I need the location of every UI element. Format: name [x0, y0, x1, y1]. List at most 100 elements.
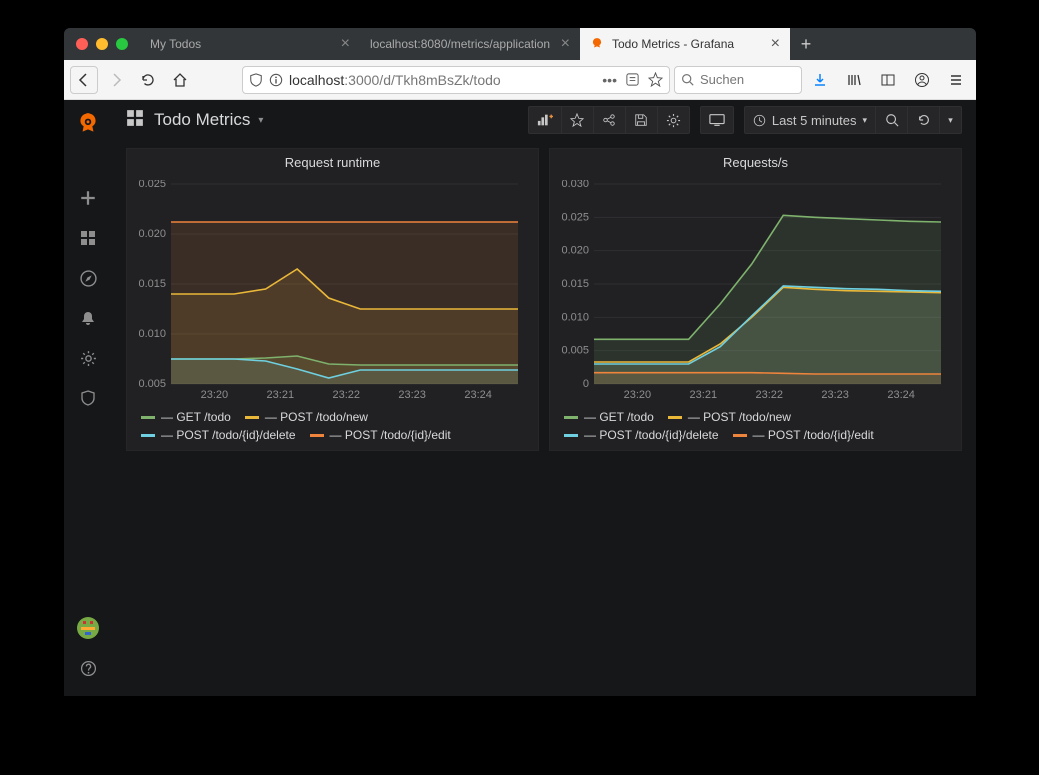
- tab-localhost-metrics[interactable]: localhost:8080/metrics/application ×: [360, 28, 580, 60]
- legend-swatch: [733, 434, 747, 437]
- legend-item[interactable]: — GET /todo: [564, 410, 654, 424]
- svg-text:0.020: 0.020: [138, 228, 166, 240]
- legend-label: — POST /todo/new: [265, 410, 368, 424]
- window-controls: [64, 38, 140, 50]
- legend-label: — POST /todo/{id}/edit: [330, 428, 451, 442]
- close-icon[interactable]: ×: [561, 36, 570, 52]
- panels-row: Request runtime 0.0050.0100.0150.0200.02…: [112, 140, 976, 696]
- chevron-down-icon: ▾: [258, 115, 263, 126]
- tab-grafana[interactable]: Todo Metrics - Grafana ×: [580, 28, 790, 60]
- svg-text:23:23: 23:23: [398, 389, 426, 401]
- back-button[interactable]: [70, 66, 98, 94]
- add-panel-button[interactable]: [528, 106, 562, 134]
- svg-text:0.015: 0.015: [561, 278, 589, 290]
- bookmark-icon[interactable]: [648, 72, 663, 87]
- legend-label: — POST /todo/{id}/delete: [161, 428, 296, 442]
- shield-icon: [249, 73, 263, 87]
- library-button[interactable]: [840, 66, 868, 94]
- dashboard-main: Todo Metrics ▾ Last 5 minutes ▾: [112, 100, 976, 696]
- alerting-button[interactable]: [64, 298, 112, 338]
- close-icon[interactable]: ×: [341, 36, 350, 52]
- time-range-button[interactable]: Last 5 minutes ▾: [744, 106, 876, 134]
- dashboard-title[interactable]: Todo Metrics ▾: [154, 110, 263, 130]
- legend-item[interactable]: — POST /todo/new: [668, 410, 791, 424]
- legend-swatch: [141, 434, 155, 437]
- user-avatar[interactable]: [64, 608, 112, 648]
- forward-button[interactable]: [102, 66, 130, 94]
- legend-item[interactable]: — POST /todo/{id}/delete: [141, 428, 296, 442]
- legend-label: — GET /todo: [161, 410, 231, 424]
- legend-item[interactable]: — GET /todo: [141, 410, 231, 424]
- refresh-interval-button[interactable]: ▾: [940, 106, 962, 134]
- grafana-icon: [590, 37, 604, 51]
- minimize-window-button[interactable]: [96, 38, 108, 50]
- svg-text:23:21: 23:21: [267, 389, 295, 401]
- create-button[interactable]: [64, 178, 112, 218]
- configuration-button[interactable]: [64, 338, 112, 378]
- search-bar[interactable]: Suchen: [674, 66, 802, 94]
- browser-tabs: My Todos × localhost:8080/metrics/applic…: [140, 28, 976, 60]
- legend-item[interactable]: — POST /todo/new: [245, 410, 368, 424]
- legend-swatch: [668, 416, 682, 419]
- svg-text:0.030: 0.030: [561, 180, 589, 190]
- legend-item[interactable]: — POST /todo/{id}/edit: [310, 428, 451, 442]
- zoom-out-button[interactable]: [876, 106, 908, 134]
- legend-label: — POST /todo/{id}/edit: [753, 428, 874, 442]
- panel-title: Requests/s: [550, 149, 961, 176]
- legend-item[interactable]: — POST /todo/{id}/delete: [564, 428, 719, 442]
- info-icon: [269, 73, 283, 87]
- legend-label: — POST /todo/{id}/delete: [584, 428, 719, 442]
- tab-label: My Todos: [150, 37, 201, 51]
- svg-text:23:24: 23:24: [464, 389, 492, 401]
- help-button[interactable]: [64, 648, 112, 688]
- tab-my-todos[interactable]: My Todos ×: [140, 28, 360, 60]
- settings-button[interactable]: [658, 106, 690, 134]
- grafana-logo[interactable]: [64, 100, 112, 148]
- browser-window: My Todos × localhost:8080/metrics/applic…: [64, 28, 976, 696]
- share-button[interactable]: [594, 106, 626, 134]
- panel-request-runtime[interactable]: Request runtime 0.0050.0100.0150.0200.02…: [126, 148, 539, 451]
- chart-legend: — GET /todo — POST /todo/new — POST /todo/…: [127, 406, 538, 450]
- svg-text:23:24: 23:24: [887, 389, 915, 401]
- grafana-sidebar: [64, 100, 112, 696]
- refresh-button[interactable]: [908, 106, 940, 134]
- reload-button[interactable]: [134, 66, 162, 94]
- dashboard-topbar: Todo Metrics ▾ Last 5 minutes ▾: [112, 100, 976, 140]
- svg-text:0.015: 0.015: [138, 278, 166, 290]
- svg-text:0.025: 0.025: [561, 211, 589, 223]
- close-icon[interactable]: ×: [771, 36, 780, 52]
- menu-button[interactable]: [942, 66, 970, 94]
- legend-item[interactable]: — POST /todo/{id}/edit: [733, 428, 874, 442]
- cycle-view-button[interactable]: [700, 106, 734, 134]
- dashboards-button[interactable]: [64, 218, 112, 258]
- chart-legend: — GET /todo — POST /todo/new — POST /todo/…: [550, 406, 961, 450]
- url-bar[interactable]: localhost:3000/d/Tkh8mBsZk/todo •••: [242, 66, 670, 94]
- grafana-app: Todo Metrics ▾ Last 5 minutes ▾: [64, 100, 976, 696]
- account-button[interactable]: [908, 66, 936, 94]
- reader-icon[interactable]: [625, 72, 640, 87]
- downloads-button[interactable]: [806, 66, 834, 94]
- legend-swatch: [564, 416, 578, 419]
- legend-swatch: [245, 416, 259, 419]
- legend-swatch: [310, 434, 324, 437]
- titlebar: My Todos × localhost:8080/metrics/applic…: [64, 28, 976, 60]
- panel-grid-icon[interactable]: [126, 109, 144, 132]
- sidebar-button[interactable]: [874, 66, 902, 94]
- legend-label: — GET /todo: [584, 410, 654, 424]
- save-button[interactable]: [626, 106, 658, 134]
- chart-plot: 00.0050.0100.0150.0200.0250.03023:2023:2…: [550, 176, 961, 406]
- search-placeholder: Suchen: [700, 72, 744, 87]
- home-button[interactable]: [166, 66, 194, 94]
- explore-button[interactable]: [64, 258, 112, 298]
- star-button[interactable]: [562, 106, 594, 134]
- more-icon[interactable]: •••: [602, 72, 617, 88]
- panel-requests-per-second[interactable]: Requests/s 00.0050.0100.0150.0200.0250.0…: [549, 148, 962, 451]
- server-admin-button[interactable]: [64, 378, 112, 418]
- svg-text:0: 0: [583, 378, 589, 390]
- new-tab-button[interactable]: +: [790, 28, 822, 60]
- close-window-button[interactable]: [76, 38, 88, 50]
- svg-text:0.025: 0.025: [138, 180, 166, 190]
- maximize-window-button[interactable]: [116, 38, 128, 50]
- legend-label: — POST /todo/new: [688, 410, 791, 424]
- svg-text:0.010: 0.010: [561, 311, 589, 323]
